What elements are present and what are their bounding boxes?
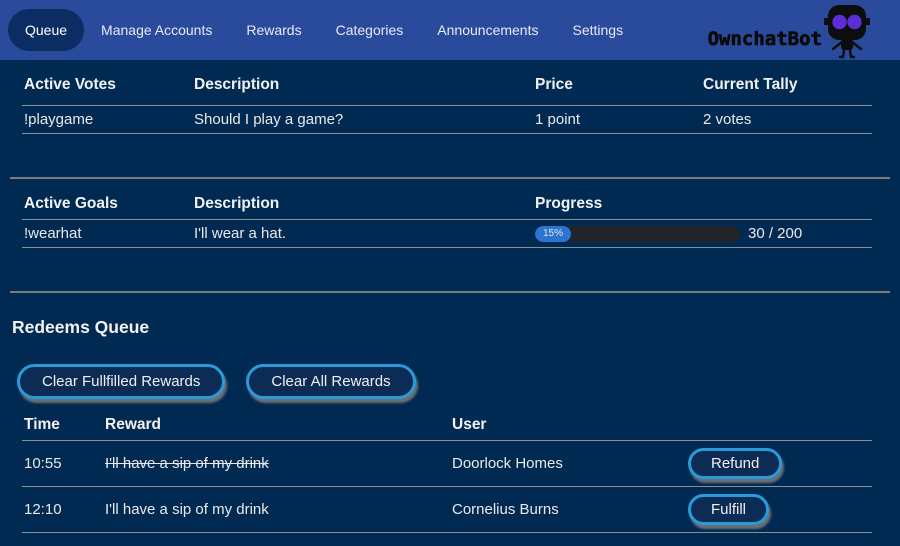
redeem-row: 12:10 I'll have a sip of my drink Cornel… [22,487,872,533]
top-navbar: Queue Manage Accounts Rewards Categories… [0,0,900,60]
redeems-queue-table: Time Reward User 10:55 I'll have a sip o… [22,399,872,533]
redeems-queue-title: Redeems Queue [12,317,900,338]
nav-tab-queue[interactable]: Queue [8,9,84,51]
redeem-reward-fulfilled: I'll have a sip of my drink [103,441,450,487]
nav-tab-categories[interactable]: Categories [319,9,421,51]
column-header-active-goals: Active Goals [22,179,192,220]
robot-mascot-icon [824,3,874,59]
column-header-user: User [450,399,686,441]
column-header-description: Description [192,179,533,220]
column-header-progress: Progress [533,179,872,220]
table-header-row: Time Reward User [22,399,872,441]
redeem-reward: I'll have a sip of my drink [103,487,450,533]
section-divider [10,291,890,293]
progress-percent-label: 15% [543,228,563,239]
refund-button[interactable]: Refund [688,448,782,479]
redeem-time: 10:55 [22,441,103,487]
brand-wordmark: OwnchatBot [708,28,822,50]
clear-all-rewards-button[interactable]: Clear All Rewards [246,364,415,399]
nav-tab-settings[interactable]: Settings [555,9,640,51]
fulfill-button[interactable]: Fulfill [688,494,769,525]
brand-logo: OwnchatBot [708,0,874,60]
vote-row: !playgame Should I play a game? 1 point … [22,106,872,134]
column-header-current-tally: Current Tally [701,60,872,106]
progress-bar-track: 15% [535,226,740,242]
table-header-row: Active Goals Description Progress [22,179,872,220]
column-header-reward: Reward [103,399,450,441]
redeem-user: Doorlock Homes [450,441,686,487]
goal-description: I'll wear a hat. [192,220,533,248]
vote-description: Should I play a game? [192,106,533,134]
progress-bar-fill: 15% [535,226,571,242]
nav-tab-rewards[interactable]: Rewards [229,9,318,51]
redeems-actions: Clear Fullfilled Rewards Clear All Rewar… [17,364,900,399]
active-votes-table: Active Votes Description Price Current T… [22,60,872,134]
goal-command: !wearhat [22,220,192,248]
vote-price: 1 point [533,106,701,134]
progress-value-text: 30 / 200 [748,225,802,242]
active-goals-table: Active Goals Description Progress !wearh… [22,179,872,248]
column-header-time: Time [22,399,103,441]
nav-tab-announcements[interactable]: Announcements [420,9,555,51]
goal-progress: 15% 30 / 200 [535,225,870,242]
column-header-action [686,399,872,441]
column-header-price: Price [533,60,701,106]
clear-fulfilled-rewards-button[interactable]: Clear Fullfilled Rewards [17,364,225,399]
redeem-user: Cornelius Burns [450,487,686,533]
column-header-active-votes: Active Votes [22,60,192,106]
redeem-time: 12:10 [22,487,103,533]
table-header-row: Active Votes Description Price Current T… [22,60,872,106]
column-header-description: Description [192,60,533,106]
redeem-row: 10:55 I'll have a sip of my drink Doorlo… [22,441,872,487]
vote-command: !playgame [22,106,192,134]
goal-row: !wearhat I'll wear a hat. 15% 30 / 200 [22,220,872,248]
nav-tab-manage-accounts[interactable]: Manage Accounts [84,9,229,51]
vote-tally: 2 votes [701,106,872,134]
